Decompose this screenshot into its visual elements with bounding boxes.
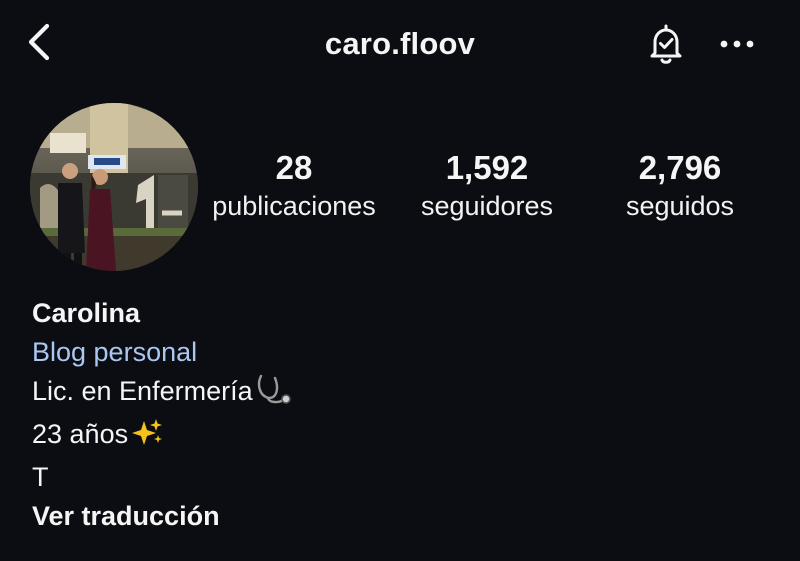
avatar-photo: [30, 103, 198, 271]
see-translation-link[interactable]: Ver traducción: [32, 497, 772, 536]
notifications-button[interactable]: [642, 20, 690, 68]
bio-line-initial: T: [32, 462, 49, 492]
bio-line-profession: Lic. en Enfermería: [32, 372, 772, 415]
profile-screen: caro.floov 28 publicaciones 1,592 seguid…: [0, 0, 800, 561]
following-count: 2,796: [638, 149, 722, 186]
top-bar: caro.floov: [0, 0, 800, 90]
bell-check-icon: [650, 24, 682, 64]
profile-bio: Carolina Blog personal Lic. en Enfermerí…: [32, 294, 772, 536]
stat-posts[interactable]: 28 publicaciones: [204, 148, 384, 224]
bio-line-age: 23 años: [32, 415, 772, 458]
profile-avatar[interactable]: [30, 103, 198, 271]
more-horizontal-icon: [720, 40, 754, 48]
display-name: Carolina: [32, 298, 141, 328]
stethoscope-icon: [255, 374, 295, 415]
following-label: seguidos: [625, 191, 735, 221]
sparkles-icon: [130, 417, 164, 458]
followers-count: 1,592: [445, 149, 529, 186]
posts-label: publicaciones: [212, 191, 376, 221]
more-options-button[interactable]: [712, 26, 762, 62]
stat-followers[interactable]: 1,592 seguidores: [404, 148, 570, 224]
posts-count: 28: [275, 149, 313, 186]
profile-category: Blog personal: [32, 337, 198, 367]
bio-line-age-text: 23 años: [32, 419, 129, 449]
followers-label: seguidores: [420, 191, 554, 221]
bio-line-profession-text: Lic. en Enfermería: [32, 376, 253, 406]
stat-following[interactable]: 2,796 seguidos: [604, 148, 756, 224]
